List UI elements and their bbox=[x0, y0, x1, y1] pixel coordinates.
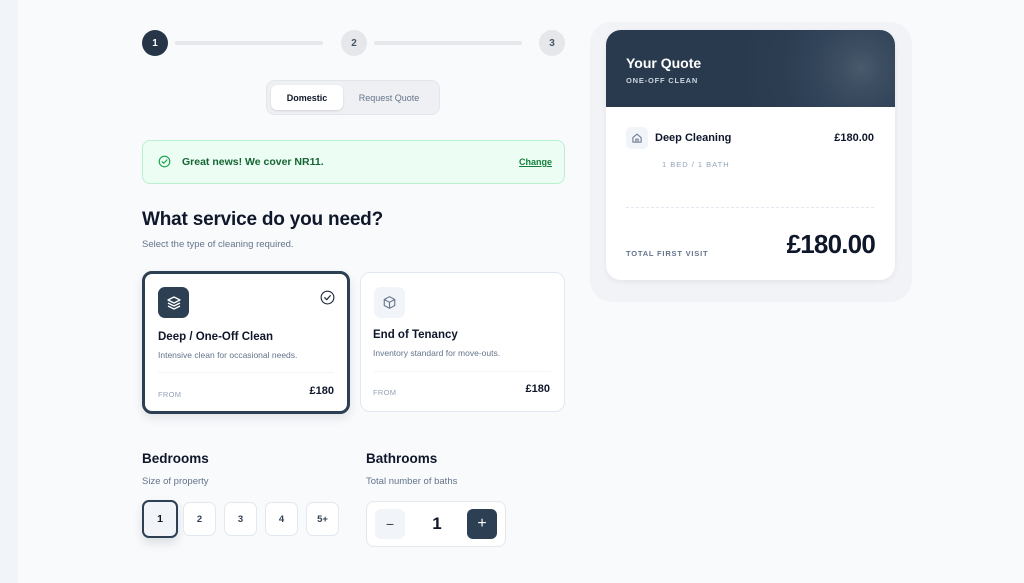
from-label: FROM bbox=[373, 388, 397, 397]
step-connector-1 bbox=[175, 41, 323, 45]
decrement-button[interactable]: − bbox=[375, 509, 405, 539]
step-3[interactable]: 3 bbox=[539, 30, 565, 56]
total-label: TOTAL FIRST VISIT bbox=[626, 249, 709, 258]
service-price: £180 bbox=[525, 383, 550, 395]
service-heading: What service do you need? bbox=[142, 209, 383, 230]
step-connector-2 bbox=[374, 41, 522, 45]
selected-check-icon bbox=[320, 290, 335, 305]
quote-subtitle: ONE-OFF CLEAN bbox=[626, 76, 699, 85]
service-description: Intensive clean for occasional needs. bbox=[158, 350, 298, 360]
bathrooms-title: Bathrooms bbox=[366, 451, 438, 466]
from-label: FROM bbox=[158, 390, 182, 399]
bedroom-option-2[interactable]: 2 bbox=[183, 502, 216, 536]
service-description: Inventory standard for move-outs. bbox=[373, 348, 501, 358]
increment-button[interactable]: + bbox=[467, 509, 497, 539]
card-divider bbox=[374, 371, 551, 372]
service-type-toggle: Domestic Request Quote bbox=[266, 80, 440, 115]
coverage-banner: Great news! We cover NR11. Change bbox=[142, 140, 565, 184]
change-postcode-link[interactable]: Change bbox=[519, 157, 552, 167]
bathrooms-value: 1 bbox=[432, 514, 442, 533]
service-price: £180 bbox=[309, 385, 334, 397]
service-subheading: Select the type of cleaning required. bbox=[142, 239, 294, 250]
quote-item-name: Deep Cleaning bbox=[655, 132, 732, 144]
quote-divider bbox=[626, 207, 874, 208]
quote-item-meta: 1 BED / 1 BATH bbox=[662, 160, 730, 169]
quote-header: Your Quote ONE-OFF CLEAN bbox=[606, 30, 895, 107]
box-icon bbox=[374, 287, 405, 318]
bathrooms-subtitle: Total number of baths bbox=[366, 476, 458, 487]
home-icon bbox=[626, 127, 648, 149]
card-divider bbox=[158, 372, 334, 373]
tab-domestic[interactable]: Domestic bbox=[271, 85, 343, 110]
service-card-deep-clean[interactable]: Deep / One-Off Clean Intensive clean for… bbox=[142, 271, 350, 414]
left-edge-strip bbox=[0, 0, 18, 583]
service-title: End of Tenancy bbox=[373, 329, 458, 341]
bedroom-option-4[interactable]: 4 bbox=[265, 502, 298, 536]
progress-stepper: 1 2 3 bbox=[142, 30, 566, 56]
quote-panel: Your Quote ONE-OFF CLEAN Deep Cleaning £… bbox=[606, 30, 895, 280]
coverage-message: Great news! We cover NR11. bbox=[182, 156, 324, 168]
layers-icon bbox=[158, 287, 189, 318]
bedroom-option-3[interactable]: 3 bbox=[224, 502, 257, 536]
service-card-end-of-tenancy[interactable]: End of Tenancy Inventory standard for mo… bbox=[360, 272, 565, 412]
quote-item-price: £180.00 bbox=[834, 132, 874, 144]
check-circle-icon bbox=[158, 155, 171, 168]
bathrooms-stepper: − 1 + bbox=[366, 501, 506, 547]
step-2[interactable]: 2 bbox=[341, 30, 367, 56]
service-title: Deep / One-Off Clean bbox=[158, 331, 274, 343]
bedrooms-subtitle: Size of property bbox=[142, 476, 209, 487]
step-1[interactable]: 1 bbox=[142, 30, 168, 56]
quote-title: Your Quote bbox=[626, 55, 702, 71]
total-price: £180.00 bbox=[786, 229, 876, 259]
bedroom-option-5-plus[interactable]: 5+ bbox=[306, 502, 339, 536]
bedrooms-title: Bedrooms bbox=[142, 451, 209, 466]
bedroom-option-1[interactable]: 1 bbox=[142, 500, 178, 538]
tab-request-quote[interactable]: Request Quote bbox=[343, 85, 435, 110]
